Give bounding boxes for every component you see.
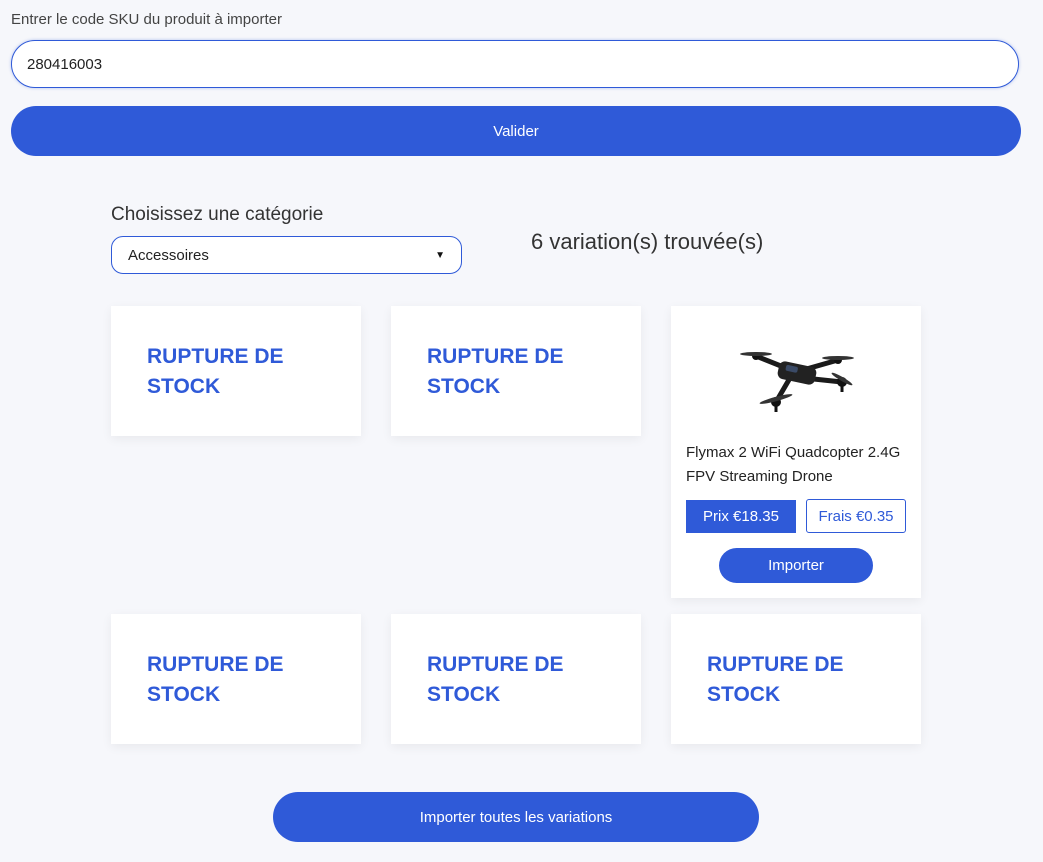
out-of-stock-label: RUPTURE DE STOCK [427,345,564,398]
out-of-stock-label: RUPTURE DE STOCK [147,345,284,398]
out-of-stock-label: RUPTURE DE STOCK [427,653,564,706]
variation-card: RUPTURE DE STOCK [391,306,641,436]
category-select[interactable]: Accessoires ▼ [111,236,462,274]
drone-product-image [738,342,854,418]
import-button[interactable]: Importer [719,548,873,583]
variation-card-product: Flymax 2 WiFi Quadcopter 2.4G FPV Stream… [671,306,921,598]
variation-card: RUPTURE DE STOCK [111,306,361,436]
price-badge: Prix €18.35 [686,500,796,533]
variation-card: RUPTURE DE STOCK [671,614,921,744]
chevron-down-icon: ▼ [435,249,445,261]
fee-badge: Frais €0.35 [806,499,906,533]
category-selected-value: Accessoires [128,246,209,264]
product-title: Flymax 2 WiFi Quadcopter 2.4G FPV Stream… [686,444,901,485]
variations-count: 6 variation(s) trouvée(s) [531,229,764,254]
variation-card: RUPTURE DE STOCK [111,614,361,744]
sku-input[interactable] [11,40,1019,88]
sku-label: Entrer le code SKU du produit à importer [11,11,282,28]
category-label: Choisissez une catégorie [111,204,324,225]
variation-card: RUPTURE DE STOCK [391,614,641,744]
validate-button[interactable]: Valider [11,106,1021,156]
out-of-stock-label: RUPTURE DE STOCK [147,653,284,706]
out-of-stock-label: RUPTURE DE STOCK [707,653,844,706]
import-all-variations-button[interactable]: Importer toutes les variations [273,792,759,842]
